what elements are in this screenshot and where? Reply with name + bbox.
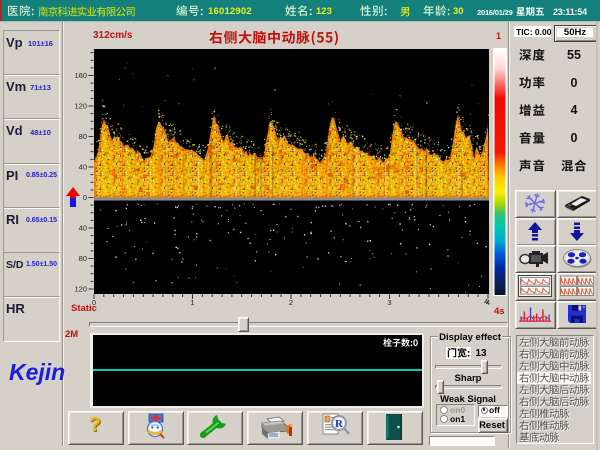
svg-text:3: 3 bbox=[387, 298, 391, 307]
svg-text:80: 80 bbox=[79, 132, 87, 141]
svg-text:120: 120 bbox=[74, 285, 87, 294]
svg-text:40: 40 bbox=[79, 224, 87, 233]
svg-text:1: 1 bbox=[190, 298, 194, 307]
svg-text:80: 80 bbox=[79, 254, 87, 263]
svg-text:2: 2 bbox=[289, 298, 293, 307]
svg-text:160: 160 bbox=[74, 71, 87, 80]
svg-text:0: 0 bbox=[83, 193, 87, 202]
svg-text:R: R bbox=[335, 418, 344, 430]
svg-text:120: 120 bbox=[74, 102, 87, 111]
svg-text:40: 40 bbox=[79, 163, 87, 172]
